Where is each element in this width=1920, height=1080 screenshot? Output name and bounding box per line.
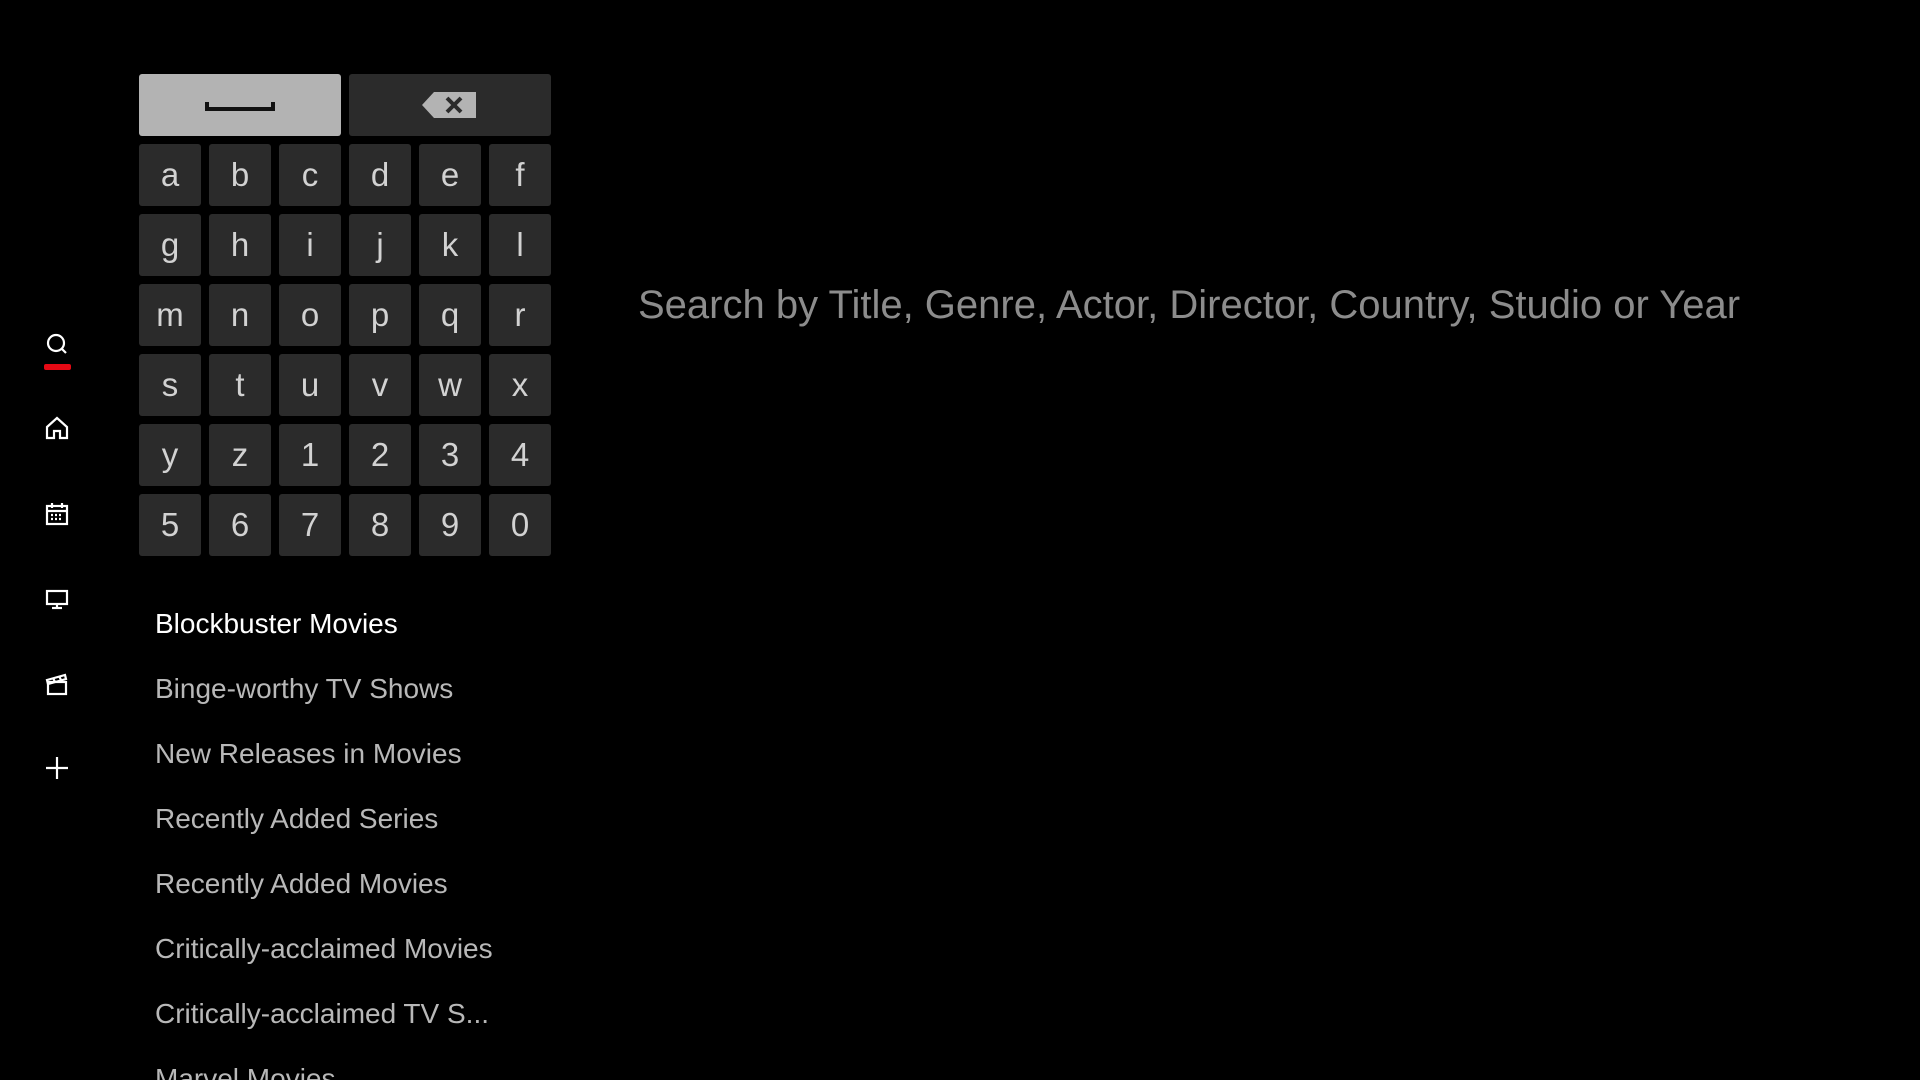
- key-w[interactable]: w: [419, 354, 481, 416]
- key-0[interactable]: 0: [489, 494, 551, 556]
- side-nav: [0, 0, 115, 1080]
- key-m[interactable]: m: [139, 284, 201, 346]
- key-t[interactable]: t: [209, 354, 271, 416]
- suggestion-item[interactable]: Recently Added Series: [155, 795, 555, 860]
- movies-icon: [45, 673, 68, 696]
- key-v[interactable]: v: [349, 354, 411, 416]
- suggestion-item[interactable]: Critically-acclaimed Movies: [155, 925, 555, 990]
- nav-calendar[interactable]: [30, 487, 84, 541]
- key-a[interactable]: a: [139, 144, 201, 206]
- backspace-key[interactable]: [349, 74, 551, 136]
- key-q[interactable]: q: [419, 284, 481, 346]
- key-3[interactable]: 3: [419, 424, 481, 486]
- key-e[interactable]: e: [419, 144, 481, 206]
- key-x[interactable]: x: [489, 354, 551, 416]
- key-4[interactable]: 4: [489, 424, 551, 486]
- key-d[interactable]: d: [349, 144, 411, 206]
- suggestion-item[interactable]: Blockbuster Movies: [155, 600, 555, 665]
- key-y[interactable]: y: [139, 424, 201, 486]
- backspace-icon: [422, 92, 476, 118]
- key-i[interactable]: i: [279, 214, 341, 276]
- key-k[interactable]: k: [419, 214, 481, 276]
- key-7[interactable]: 7: [279, 494, 341, 556]
- suggestion-item[interactable]: Recently Added Movies: [155, 860, 555, 925]
- calendar-icon: [45, 503, 69, 526]
- nav-active-indicator: [44, 364, 71, 370]
- suggestion-item[interactable]: New Releases in Movies: [155, 730, 555, 795]
- key-l[interactable]: l: [489, 214, 551, 276]
- key-j[interactable]: j: [349, 214, 411, 276]
- space-icon: [205, 102, 275, 111]
- search-icon: [46, 333, 67, 354]
- on-screen-keyboard: a b c d e f g h i j k l m n o p q r s t …: [139, 74, 551, 556]
- key-h[interactable]: h: [209, 214, 271, 276]
- key-f[interactable]: f: [489, 144, 551, 206]
- plus-icon: [46, 757, 68, 779]
- search-screen: a b c d e f g h i j k l m n o p q r s t …: [0, 0, 1920, 1080]
- nav-movies[interactable]: [30, 657, 84, 711]
- space-key[interactable]: [139, 74, 341, 136]
- key-p[interactable]: p: [349, 284, 411, 346]
- tv-icon: [45, 589, 69, 610]
- suggestion-item[interactable]: Binge-worthy TV Shows: [155, 665, 555, 730]
- key-1[interactable]: 1: [279, 424, 341, 486]
- key-z[interactable]: z: [209, 424, 271, 486]
- key-o[interactable]: o: [279, 284, 341, 346]
- search-hint: Search by Title, Genre, Actor, Director,…: [638, 283, 1741, 327]
- keyboard-top-row: [139, 74, 551, 136]
- key-n[interactable]: n: [209, 284, 271, 346]
- key-c[interactable]: c: [279, 144, 341, 206]
- nav-my-list[interactable]: [30, 741, 84, 795]
- key-u[interactable]: u: [279, 354, 341, 416]
- key-r[interactable]: r: [489, 284, 551, 346]
- nav-home[interactable]: [30, 401, 84, 455]
- key-2[interactable]: 2: [349, 424, 411, 486]
- nav-tv-shows[interactable]: [30, 572, 84, 626]
- key-9[interactable]: 9: [419, 494, 481, 556]
- key-6[interactable]: 6: [209, 494, 271, 556]
- key-b[interactable]: b: [209, 144, 271, 206]
- suggestion-item[interactable]: Critically-acclaimed TV S...: [155, 990, 555, 1055]
- suggestion-list: Blockbuster Movies Binge-worthy TV Shows…: [155, 600, 555, 1080]
- key-8[interactable]: 8: [349, 494, 411, 556]
- suggestion-item[interactable]: Marvel Movies: [155, 1055, 555, 1080]
- key-g[interactable]: g: [139, 214, 201, 276]
- keyboard-grid: a b c d e f g h i j k l m n o p q r s t …: [139, 144, 551, 556]
- key-5[interactable]: 5: [139, 494, 201, 556]
- key-s[interactable]: s: [139, 354, 201, 416]
- home-icon: [45, 416, 69, 440]
